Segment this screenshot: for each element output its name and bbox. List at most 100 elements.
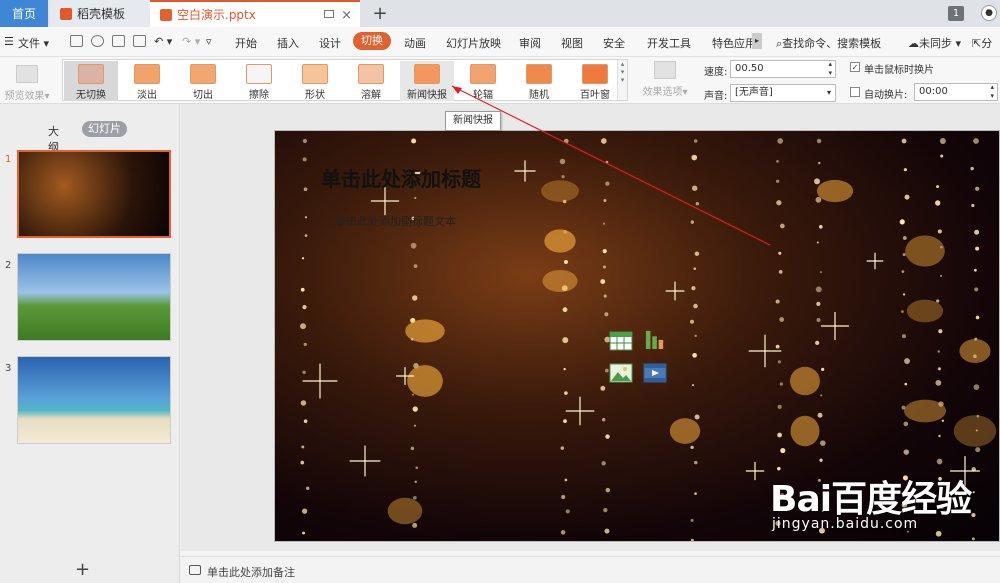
transition-6[interactable]: 溶解 [344, 61, 398, 101]
time-spinner-icon[interactable]: ▴ ▾ [990, 83, 994, 101]
auto-advance-checkbox[interactable] [850, 87, 860, 97]
light-dot [777, 404, 782, 410]
click-advance-checkbox[interactable]: ✓ [850, 62, 860, 72]
transition-8[interactable]: 轮辐 [456, 61, 510, 101]
sound-select[interactable]: [无声音] ▾ [730, 84, 836, 102]
hamburger-icon[interactable]: ☰ [4, 35, 14, 48]
slides-panel: 大纲 幻灯片 1 2 3 + [0, 104, 180, 583]
transition-1[interactable]: 无切换 [64, 61, 118, 101]
save-icon[interactable] [70, 35, 83, 47]
tab-slides[interactable]: 幻灯片 [82, 121, 127, 137]
transition-4[interactable]: 擦除 [232, 61, 286, 101]
transition-label: 溶解 [361, 90, 381, 101]
user-avatar-icon[interactable]: ● [981, 5, 997, 21]
tab-docer-templates[interactable]: 稻壳模板 [50, 0, 150, 27]
menu-animation[interactable]: 动画 [404, 35, 426, 51]
subtitle-placeholder[interactable]: 单击此处添加副标题文本 [335, 213, 456, 229]
light-dot [562, 307, 568, 313]
redo-icon[interactable]: ↷ ▾ [182, 35, 200, 48]
print-icon[interactable] [112, 35, 125, 47]
new-tab-button[interactable]: + [368, 0, 392, 27]
slide-thumbnail-3[interactable] [17, 356, 171, 444]
menu-view[interactable]: 视图 [561, 35, 583, 51]
light-dot [603, 294, 607, 298]
menu-file[interactable]: 文件 ▾ [18, 35, 49, 51]
insert-video-icon[interactable] [643, 363, 667, 383]
title-placeholder[interactable]: 单击此处添加标题 [321, 163, 481, 192]
menu-design[interactable]: 设计 [319, 35, 341, 51]
gallery-scroll-icon[interactable]: ▴ ▾ ▾ [617, 60, 627, 100]
light-dot [778, 270, 783, 274]
menu-review[interactable]: 审阅 [519, 35, 541, 51]
effect-options-label: 效果选项 [642, 87, 683, 98]
window-count-badge[interactable]: 1 [948, 6, 964, 21]
menu-insert[interactable]: 插入 [277, 35, 299, 51]
slide-thumbnail-1[interactable] [17, 150, 171, 238]
watermark-logo: Bai百度经验 [770, 479, 972, 520]
monitor-icon[interactable] [324, 10, 334, 18]
light-dot [411, 393, 415, 396]
light-dot [901, 310, 904, 313]
format-painter-icon[interactable] [91, 35, 104, 47]
preview-effect-button[interactable]: 预览效果▾ [2, 61, 52, 102]
menu-start[interactable]: 开始 [235, 35, 257, 51]
print-preview-icon[interactable] [133, 35, 146, 47]
speed-spinner-icon[interactable]: ▴ ▾ [828, 60, 832, 78]
light-dot [302, 370, 306, 374]
light-dot [941, 419, 945, 422]
light-dot [603, 508, 608, 513]
light-dot [414, 480, 417, 483]
search-commands[interactable]: ⌕查找命令、搜索模板 [776, 35, 881, 51]
transition-3[interactable]: 切出 [176, 61, 230, 101]
insert-picture-icon[interactable] [609, 363, 633, 383]
transition-thumb-icon [302, 64, 328, 84]
bokeh-blob [816, 179, 854, 203]
undo-icon[interactable]: ↶ ▾ [154, 35, 172, 48]
speed-input[interactable]: 00.50 ▴ ▾ [730, 60, 836, 78]
notes-placeholder[interactable]: 单击此处添加备注 [207, 564, 295, 580]
effect-options-button[interactable]: 效果选项▾ [636, 61, 694, 101]
transition-10[interactable]: 百叶窗 [568, 61, 622, 101]
ppt-file-icon [160, 8, 172, 21]
light-dot [601, 418, 606, 422]
tab-docer-label: 稻壳模板 [77, 7, 126, 21]
menu-transition[interactable]: 切换 [353, 32, 391, 50]
share-button[interactable]: ⇱分 [972, 35, 992, 51]
transition-7[interactable]: 新闻快报 [400, 61, 454, 101]
sync-status[interactable]: ☁未同步 ▾ [908, 35, 961, 51]
light-dot [301, 257, 305, 260]
light-dot [778, 251, 782, 255]
menu-featured-apps[interactable]: 特色应用 [712, 35, 752, 51]
transition-5[interactable]: 形状 [288, 61, 342, 101]
light-dot [691, 185, 698, 191]
auto-advance-time-input[interactable]: 00:00 ▴ ▾ [914, 83, 998, 101]
light-dot [693, 139, 698, 143]
light-dot [816, 241, 819, 244]
light-dot [565, 509, 570, 514]
insert-chart-icon[interactable] [643, 329, 667, 349]
notes-icon [189, 565, 201, 575]
transition-9[interactable]: 随机 [512, 61, 566, 101]
light-dot [903, 449, 910, 455]
light-dot [970, 166, 974, 171]
light-dot [971, 203, 975, 208]
transition-2[interactable]: 淡出 [120, 61, 174, 101]
tab-home[interactable]: 首页 [0, 0, 48, 27]
menu-more-icon[interactable]: ▸ [752, 33, 762, 49]
menu-slideshow[interactable]: 幻灯片放映 [446, 35, 501, 51]
preview-icon [16, 65, 38, 83]
light-dot [604, 312, 609, 317]
light-dot [776, 200, 782, 206]
tab-presentation-file[interactable]: 空白演示.pptx × [150, 0, 360, 27]
menu-developer[interactable]: 开发工具 [647, 35, 691, 51]
light-dot [563, 419, 567, 424]
close-tab-icon[interactable]: × [341, 8, 352, 23]
transition-thumb-icon [470, 64, 496, 84]
add-slide-button[interactable]: + [75, 559, 90, 580]
insert-table-icon[interactable] [609, 331, 633, 351]
light-dot [904, 194, 910, 200]
slide-thumbnail-2[interactable] [17, 253, 171, 341]
customize-toolbar-icon[interactable]: ▿ [206, 35, 212, 48]
light-dot [936, 299, 940, 303]
menu-security[interactable]: 安全 [603, 35, 625, 51]
